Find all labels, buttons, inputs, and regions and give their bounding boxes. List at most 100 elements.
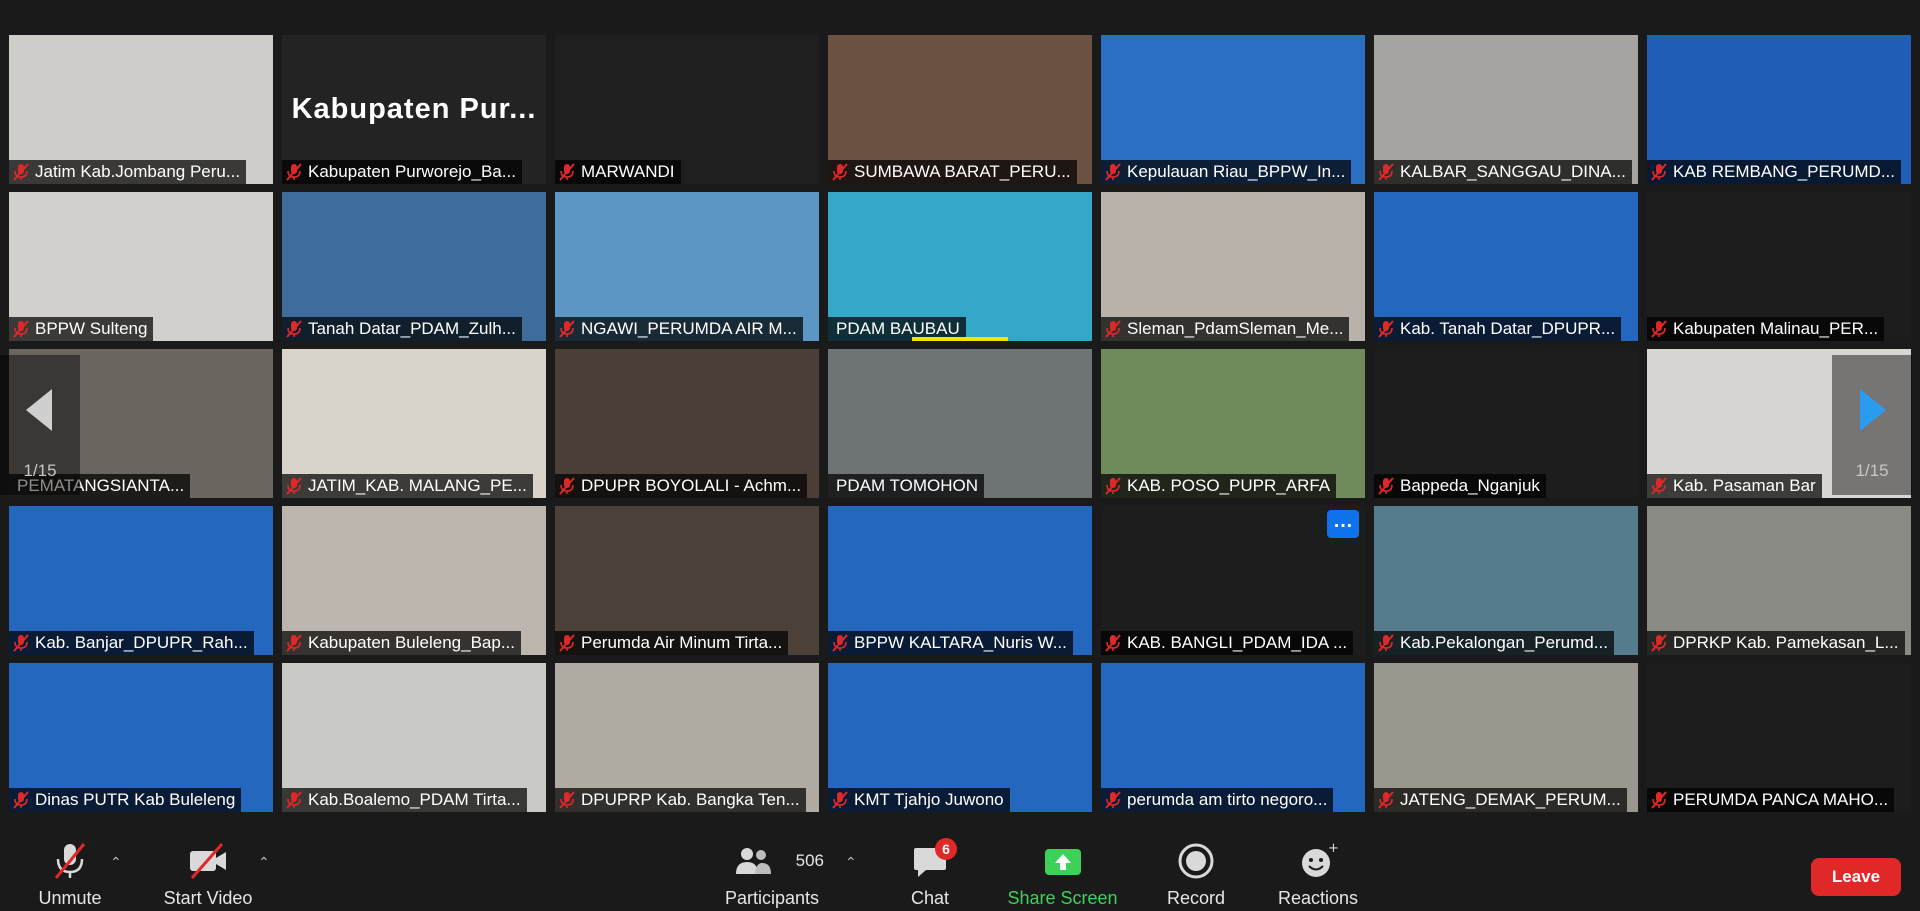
record-button[interactable]: Record — [1160, 842, 1232, 909]
participant-nametag: NGAWI_PERUMDA AIR M... — [555, 317, 803, 341]
participant-name: Kab.Boalemo_PDAM Tirta... — [308, 790, 521, 809]
share-screen-button[interactable]: Share Screen — [1005, 842, 1120, 909]
participant-nametag: Tanah Datar_PDAM_Zulh... — [282, 317, 522, 341]
participant-tile[interactable]: PERUMDA PANCA MAHO... — [1647, 663, 1911, 812]
participant-tile[interactable]: KMT Tjahjo Juwono — [828, 663, 1092, 812]
participants-options-caret[interactable]: ⌃ — [845, 854, 857, 871]
participant-tile[interactable]: KAB. POSO_PUPR_ARFA — [1101, 349, 1365, 498]
participant-tile[interactable]: DPUPRP Kab. Bangka Ten... — [555, 663, 819, 812]
participants-button[interactable]: 506 Participants — [720, 842, 824, 909]
participant-tile[interactable]: Kab. Banjar_DPUPR_Rah... — [9, 506, 273, 655]
participant-name: Kab.Pekalongan_Perumd... — [1400, 633, 1608, 652]
participant-tile[interactable]: Kab. Tanah Datar_DPUPR... — [1374, 192, 1638, 341]
participant-tile[interactable]: PDAM TOMOHON — [828, 349, 1092, 498]
participant-tile[interactable]: Kab.Boalemo_PDAM Tirta... — [282, 663, 546, 812]
participant-tile[interactable]: Dinas PUTR Kab Buleleng — [9, 663, 273, 812]
participant-tile[interactable]: BPPW Sulteng — [9, 192, 273, 341]
participant-name: Kab. Pasaman Bar — [1673, 476, 1816, 495]
participant-nametag: DPUPR BOYOLALI - Achm... — [555, 474, 808, 498]
more-icon: … — [1333, 510, 1353, 532]
unmute-button[interactable]: Unmute — [30, 842, 110, 909]
next-page-button[interactable]: 1/15 — [1832, 355, 1912, 495]
participant-tile[interactable]: SUMBAWA BARAT_PERU... — [828, 35, 1092, 184]
video-options-caret[interactable]: ⌃ — [258, 854, 270, 871]
participant-name: KMT Tjahjo Juwono — [854, 790, 1004, 809]
participant-nametag: JATENG_DEMAK_PERUM... — [1374, 788, 1627, 812]
mic-muted-icon — [558, 477, 576, 495]
mic-muted-icon — [1104, 791, 1122, 809]
mic-muted-icon — [558, 163, 576, 181]
participant-name: Kepulauan Riau_BPPW_In... — [1127, 162, 1346, 181]
participant-name: PDAM TOMOHON — [836, 476, 978, 495]
more-options-button[interactable]: … — [1327, 510, 1359, 538]
participant-tile[interactable]: Kabupaten Malinau_PER... — [1647, 192, 1911, 341]
participant-tile[interactable]: KAB REMBANG_PERUMD... — [1647, 35, 1911, 184]
participant-nametag: Bappeda_Nganjuk — [1374, 474, 1546, 498]
participant-nametag: Kab. Tanah Datar_DPUPR... — [1374, 317, 1622, 341]
participant-name: KALBAR_SANGGAU_DINA... — [1400, 162, 1626, 181]
start-video-button[interactable]: Start Video — [158, 842, 258, 909]
participant-tile[interactable]: Perumda Air Minum Tirta... — [555, 506, 819, 655]
participant-nametag: KAB REMBANG_PERUMD... — [1647, 160, 1901, 184]
participant-count: 506 — [795, 851, 824, 870]
participant-nametag: PDAM BAUBAU — [828, 317, 966, 341]
mic-muted-icon — [831, 791, 849, 809]
participant-tile[interactable]: perumda am tirto negoro... — [1101, 663, 1365, 812]
participant-tile[interactable]: BPPW KALTARA_Nuris W... — [828, 506, 1092, 655]
participant-tile[interactable]: Tanah Datar_PDAM_Zulh... — [282, 192, 546, 341]
svg-text:+: + — [1328, 842, 1338, 856]
participant-nametag: Kab.Pekalongan_Perumd... — [1374, 631, 1614, 655]
participant-nametag: perumda am tirto negoro... — [1101, 788, 1334, 812]
leave-button[interactable]: Leave — [1811, 858, 1901, 896]
mic-muted-icon — [285, 791, 303, 809]
participant-name: Bappeda_Nganjuk — [1400, 476, 1540, 495]
participant-tile[interactable]: DPUPR BOYOLALI - Achm... — [555, 349, 819, 498]
participant-tile[interactable]: MARWANDI — [555, 35, 819, 184]
participant-nametag: Kab. Pasaman Bar — [1647, 474, 1822, 498]
participant-tile[interactable]: Kabupaten Buleleng_Bap... — [282, 506, 546, 655]
participant-name: NGAWI_PERUMDA AIR M... — [581, 319, 797, 338]
participant-nametag: DPUPRP Kab. Bangka Ten... — [555, 788, 806, 812]
participant-name: DPUPRP Kab. Bangka Ten... — [581, 790, 800, 809]
reactions-label: Reactions — [1277, 888, 1359, 908]
participant-tile[interactable]: Jatim Kab.Jombang Peru... — [9, 35, 273, 184]
audio-options-caret[interactable]: ⌃ — [110, 854, 122, 871]
mic-muted-icon — [285, 163, 303, 181]
participant-nametag: Dinas PUTR Kab Buleleng — [9, 788, 242, 812]
participant-tile[interactable]: Sleman_PdamSleman_Me... — [1101, 192, 1365, 341]
participant-name: perumda am tirto negoro... — [1127, 790, 1328, 809]
participant-nametag: DPRKP Kab. Pamekasan_L... — [1647, 631, 1905, 655]
participant-tile[interactable]: PDAM BAUBAU — [828, 192, 1092, 341]
participant-tile[interactable]: Kepulauan Riau_BPPW_In... — [1101, 35, 1365, 184]
prev-page-button[interactable]: 1/15 — [0, 355, 80, 495]
share-screen-label: Share Screen — [1007, 888, 1118, 908]
mic-muted-icon — [12, 791, 30, 809]
participant-tile[interactable]: Kabupaten Pur... Kabupaten Purworejo_Ba..… — [282, 35, 546, 184]
participant-name: BPPW Sulteng — [35, 319, 148, 338]
participant-tile[interactable]: … KAB. BANGLI_PDAM_IDA ... — [1101, 506, 1365, 655]
participant-name: PDAM BAUBAU — [836, 319, 960, 338]
participant-tile[interactable]: KALBAR_SANGGAU_DINA... — [1374, 35, 1638, 184]
participant-tile[interactable]: JATENG_DEMAK_PERUM... — [1374, 663, 1638, 812]
participant-tile[interactable]: JATIM_KAB. MALANG_PE... — [282, 349, 546, 498]
participant-nametag: JATIM_KAB. MALANG_PE... — [282, 474, 533, 498]
mic-muted-icon — [1104, 634, 1122, 652]
mic-muted-icon — [1650, 163, 1668, 181]
participant-tile[interactable]: NGAWI_PERUMDA AIR M... — [555, 192, 819, 341]
participant-name: DPUPR BOYOLALI - Achm... — [581, 476, 802, 495]
mic-muted-icon — [1104, 477, 1122, 495]
participant-nametag: KAB. POSO_PUPR_ARFA — [1101, 474, 1337, 498]
participant-name: KAB. POSO_PUPR_ARFA — [1127, 476, 1331, 495]
participant-nametag: Sleman_PdamSleman_Me... — [1101, 317, 1350, 341]
mic-muted-icon — [1377, 791, 1395, 809]
mic-muted-icon — [558, 320, 576, 338]
participant-tile[interactable]: Kab.Pekalongan_Perumd... — [1374, 506, 1638, 655]
participant-tile[interactable]: DPRKP Kab. Pamekasan_L... — [1647, 506, 1911, 655]
video-gallery: Jatim Kab.Jombang Peru... Kabupaten Pur..… — [0, 34, 1920, 820]
participant-tile[interactable]: Bappeda_Nganjuk — [1374, 349, 1638, 498]
record-icon — [1178, 843, 1214, 879]
mic-muted-icon — [285, 477, 303, 495]
reactions-button[interactable]: + Reactions — [1273, 842, 1363, 909]
record-label: Record — [1166, 888, 1226, 908]
participant-name: Kabupaten Buleleng_Bap... — [308, 633, 516, 652]
